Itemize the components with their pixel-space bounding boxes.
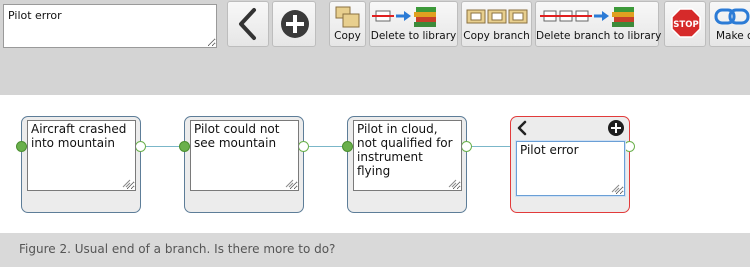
delete-to-library-label: Delete to library [370,30,457,42]
output-port[interactable] [461,141,472,152]
caption-bar: Figure 2. Usual end of a branch. Is ther… [0,233,750,267]
output-port[interactable] [624,141,635,152]
output-port[interactable] [298,141,309,152]
copy-branch-label: Copy branch [463,30,530,42]
node-card-selected[interactable]: Pilot error [510,116,635,213]
node-text[interactable]: Aircraft crashed into mountain [27,120,136,191]
connector-line [145,146,182,147]
input-port[interactable] [342,141,353,152]
copy-branch-button[interactable]: Copy branch [461,1,532,47]
resize-grip-icon[interactable] [285,179,294,188]
resize-grip-icon[interactable] [448,179,457,188]
copy-button[interactable]: Copy [329,1,366,47]
stop-sign-icon: STOP [671,8,701,38]
chevron-left-icon [239,8,256,40]
node-text[interactable]: Pilot in cloud, not qualified for instru… [353,120,462,191]
resize-grip-icon[interactable] [611,184,620,193]
copy-icon [335,6,360,28]
connector-line [468,146,512,147]
branch-canvas: Aircraft crashed into mountain Pilot cou… [0,95,750,233]
chevron-left-icon[interactable] [515,120,529,136]
back-button[interactable] [227,1,269,47]
make-connection-button[interactable]: Make c [709,1,750,47]
resize-grip-icon[interactable] [122,179,131,188]
input-port[interactable] [179,141,190,152]
link-icon [714,8,750,25]
delete-to-library-button[interactable]: Delete to library [369,1,458,47]
copy-label: Copy [334,30,361,42]
figure-caption: Figure 2. Usual end of a branch. Is ther… [19,242,336,256]
node-text[interactable]: Pilot error [516,141,625,196]
plus-circle-icon [281,10,309,38]
delete-branch-to-library-icon [540,7,634,27]
output-port[interactable] [135,141,146,152]
stop-button[interactable]: STOP [664,1,706,47]
delete-branch-to-library-button[interactable]: Delete branch to library [535,1,662,47]
node-text[interactable]: Pilot could not see mountain [190,120,299,191]
delete-branch-to-library-label: Delete branch to library [536,30,662,42]
copy-branch-icon [466,9,528,24]
node-card[interactable]: Aircraft crashed into mountain [16,116,146,213]
make-label: Make c [716,30,750,42]
input-port[interactable] [16,141,27,152]
node-card[interactable]: Pilot could not see mountain [179,116,309,213]
stop-sign-text: STOP [673,20,698,30]
node-text-editor[interactable]: Pilot error [3,4,217,48]
node-card[interactable]: Pilot in cloud, not qualified for instru… [342,116,472,213]
toolbar: Pilot error Copy Delete to library Copy … [0,0,750,95]
add-node-button[interactable] [272,1,316,47]
plus-circle-icon[interactable] [607,119,625,137]
delete-to-library-icon [372,7,436,27]
